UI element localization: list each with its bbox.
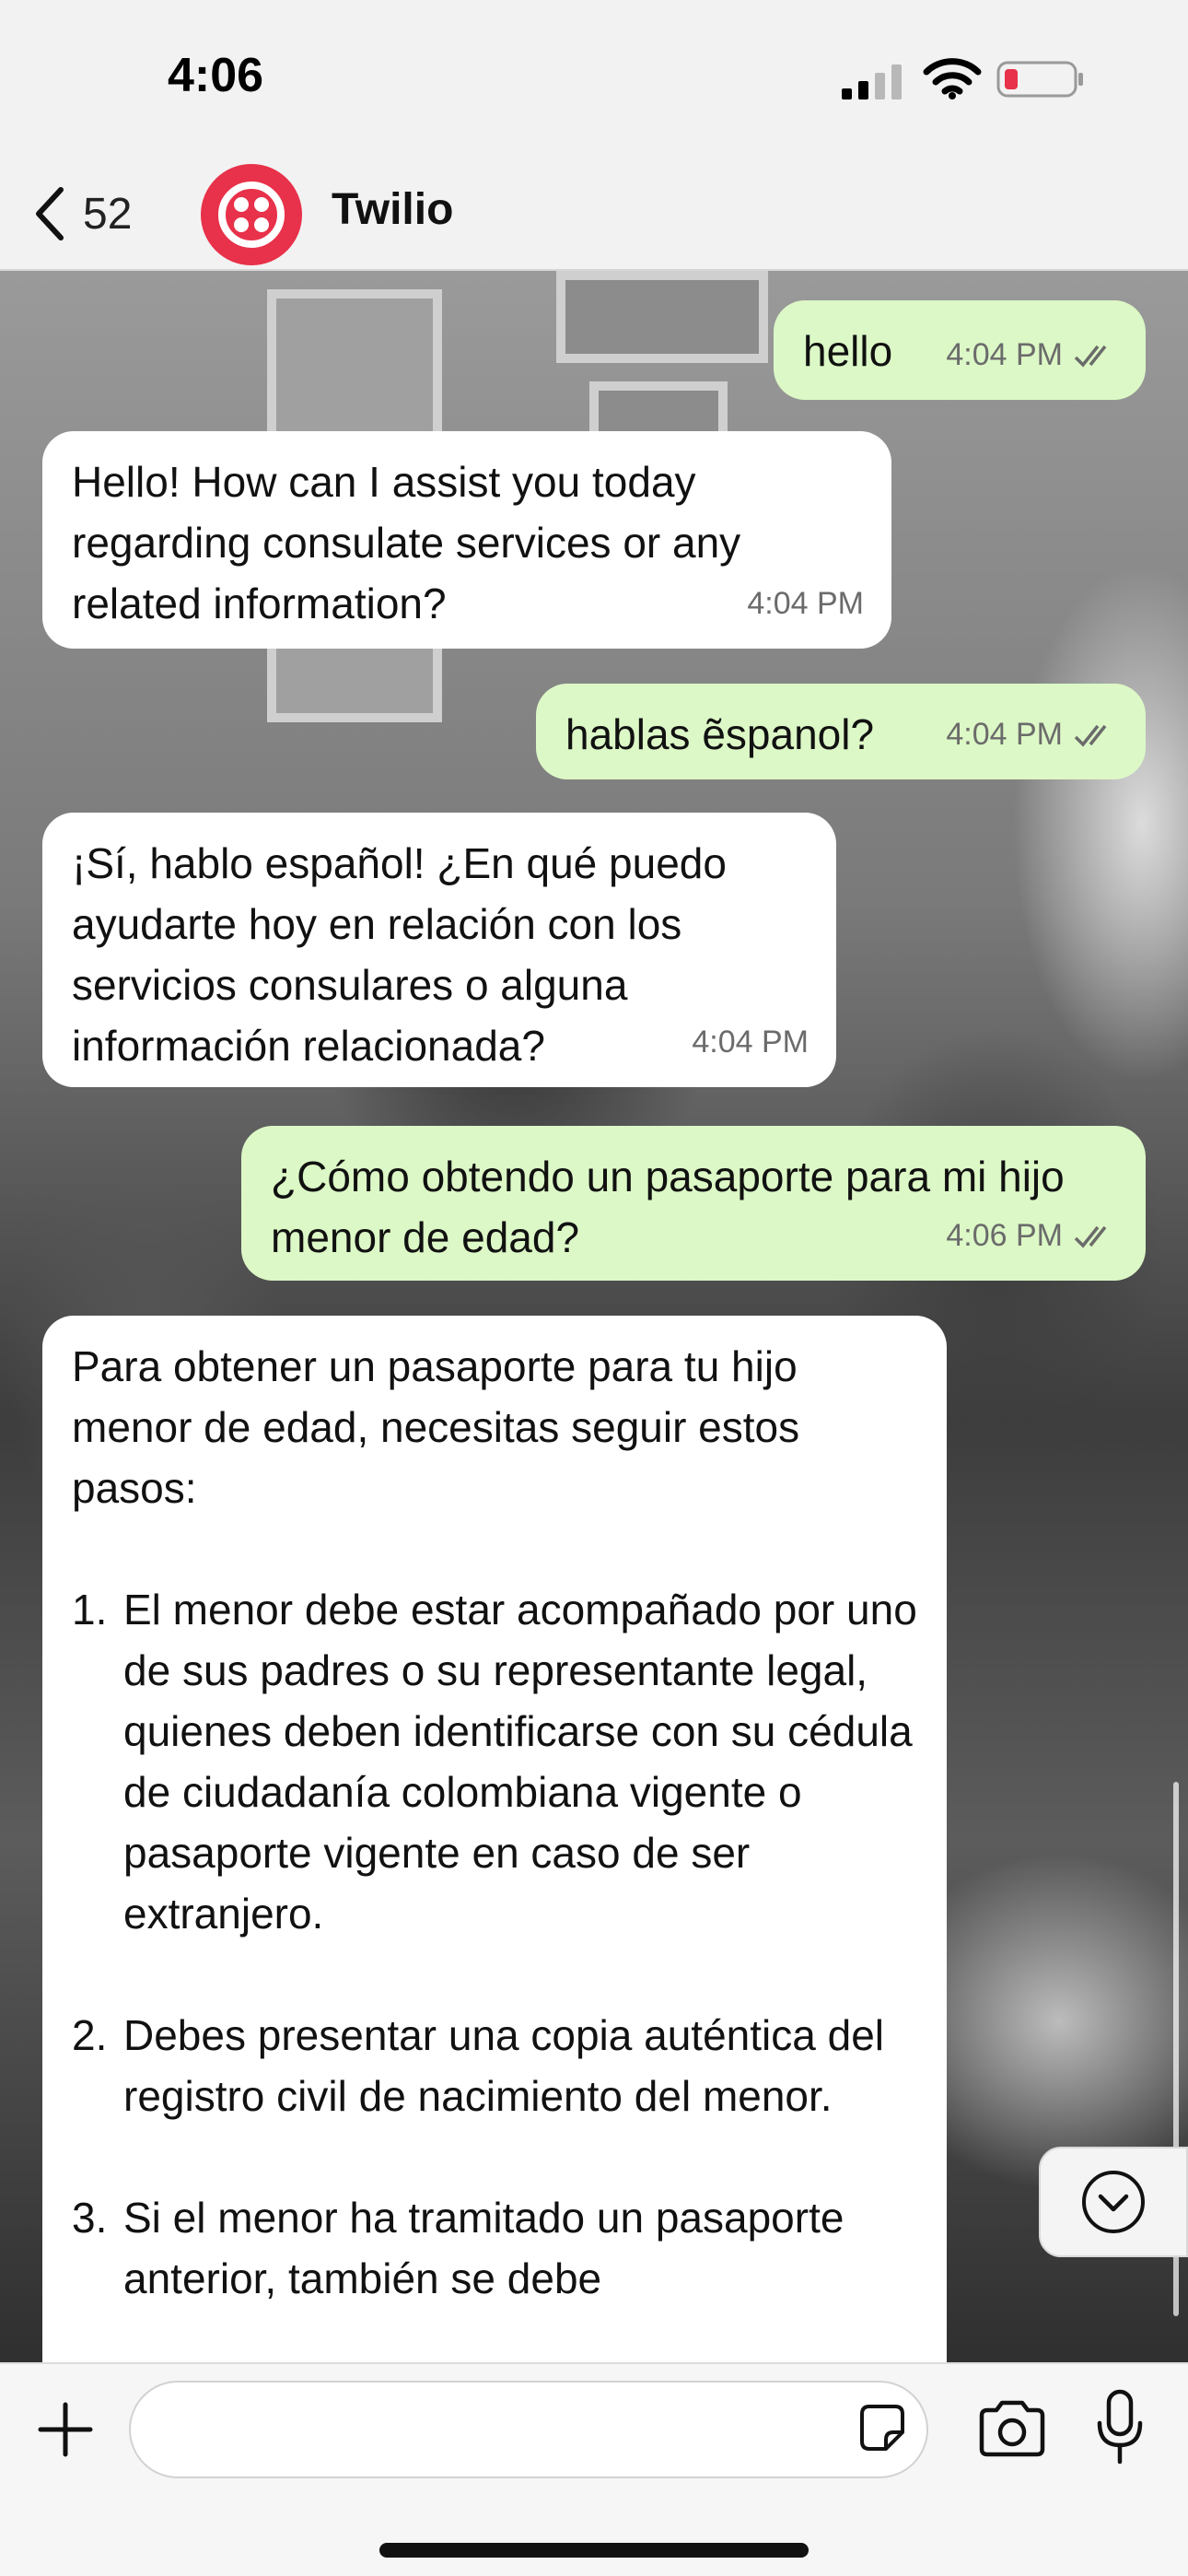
scroll-to-bottom-button[interactable]: [1039, 2147, 1188, 2257]
message-time: 4:04 PM: [946, 337, 1063, 372]
cellular-signal-icon: [842, 64, 902, 100]
contact-name[interactable]: Twilio: [332, 184, 453, 235]
message-incoming[interactable]: Hello! How can I assist you today regard…: [42, 431, 891, 649]
message-input[interactable]: [129, 2381, 928, 2478]
double-check-icon: [1074, 724, 1107, 747]
double-check-icon: [1074, 1225, 1107, 1248]
message-time: 4:04 PM: [747, 586, 864, 621]
message-text: ¡Sí, hablo español! ¿En qué puedo ayudar…: [72, 839, 739, 1070]
battery-low-icon: [996, 61, 1083, 98]
list-number: 3.: [72, 2194, 108, 2242]
message-meta: 4:04 PM: [692, 1012, 809, 1072]
message-incoming[interactable]: Para obtener un pasaporte para tu hijo m…: [42, 1316, 947, 2362]
message-time: 4:04 PM: [692, 1025, 809, 1060]
status-time: 4:06: [168, 49, 264, 102]
list-text: Debes presentar una copia auténtica del …: [123, 2011, 885, 2120]
wallpaper-frame: [556, 271, 768, 363]
status-bar: 4:06: [0, 0, 1188, 157]
message-meta: 4:04 PM: [946, 704, 1118, 765]
back-button[interactable]: 52: [28, 177, 166, 251]
unread-count: 52: [83, 189, 133, 239]
message-outgoing[interactable]: hello 4:04 PM: [774, 300, 1146, 400]
list-text: El menor debe estar acompañado por uno d…: [123, 1586, 917, 1938]
plus-icon[interactable]: [33, 2397, 98, 2462]
chevron-down-circle-icon: [1082, 2171, 1145, 2233]
steps-list: 1. El menor debe estar acompañado por un…: [72, 1579, 917, 2309]
message-time: 4:06 PM: [946, 1218, 1063, 1253]
compose-bar: [0, 2362, 1188, 2576]
message-meta: 4:04 PM: [747, 573, 864, 634]
message-meta: 4:06 PM: [946, 1205, 1118, 1266]
chevron-left-icon: [36, 187, 64, 240]
camera-icon[interactable]: [976, 2397, 1048, 2460]
message-outgoing[interactable]: hablas ẽspanol? 4:04 PM: [536, 684, 1146, 779]
list-number: 2.: [72, 2011, 108, 2059]
list-item: 3. Si el menor ha tramitado un pasaporte…: [72, 2187, 917, 2309]
list-item: 2. Debes presentar una copia auténtica d…: [72, 2005, 917, 2126]
list-number: 1.: [72, 1586, 108, 1633]
sticker-icon[interactable]: [855, 2401, 910, 2456]
message-time: 4:04 PM: [946, 717, 1063, 752]
twilio-logo-icon: [218, 181, 285, 248]
chat-header: 52 Twilio: [0, 157, 1188, 271]
message-intro: Para obtener un pasaporte para tu hijo m…: [72, 1342, 811, 1512]
avatar[interactable]: [201, 164, 302, 265]
double-check-icon: [1074, 345, 1107, 368]
microphone-icon[interactable]: [1096, 2388, 1144, 2465]
list-text: Si el menor ha tramitado un pasaporte an…: [123, 2194, 844, 2302]
chat-area[interactable]: hello 4:04 PM Hello! How can I assist yo…: [0, 271, 1188, 2362]
list-item: 1. El menor debe estar acompañado por un…: [72, 1579, 917, 1944]
wifi-icon: [923, 58, 982, 100]
message-incoming[interactable]: ¡Sí, hablo español! ¿En qué puedo ayudar…: [42, 813, 836, 1087]
message-text: Hello! How can I assist you today regard…: [72, 458, 752, 627]
message-meta: 4:04 PM: [946, 324, 1118, 385]
message-outgoing[interactable]: ¿Cómo obtendo un pasaporte para mi hijo …: [241, 1126, 1146, 1281]
home-indicator[interactable]: [379, 2543, 809, 2558]
